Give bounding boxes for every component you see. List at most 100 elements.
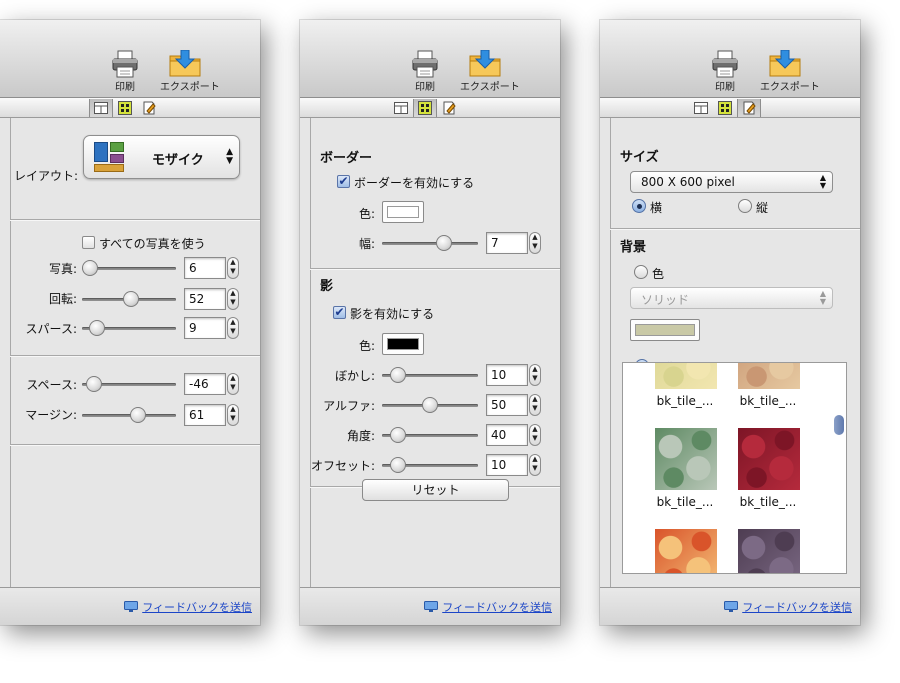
border-enable-checkbox[interactable]: ✔: [337, 175, 350, 188]
space-field[interactable]: -46: [184, 373, 226, 395]
size-value: 800 X 600 pixel: [641, 175, 735, 189]
slider-knob[interactable]: [82, 260, 98, 276]
rotation-stepper[interactable]: ▲ ▼: [227, 288, 239, 310]
tab-layout[interactable]: [689, 99, 713, 117]
thumbnail[interactable]: [655, 428, 717, 490]
shadow-color-well[interactable]: [382, 333, 424, 355]
margin-stepper[interactable]: ▲ ▼: [227, 404, 239, 426]
bg-style-value: ソリッド: [641, 293, 690, 307]
use-all-photos-checkbox[interactable]: [82, 236, 95, 249]
border-color-well[interactable]: [382, 201, 424, 223]
tab-style[interactable]: [413, 99, 437, 117]
thumbnail[interactable]: [655, 529, 717, 573]
shadow-enable-checkbox[interactable]: ✔: [333, 306, 346, 319]
tab-layout[interactable]: [89, 99, 113, 117]
blur-field[interactable]: 10: [486, 364, 528, 386]
space-slider[interactable]: [82, 376, 176, 392]
angle-stepper[interactable]: ▲ ▼: [529, 424, 541, 446]
alpha-slider[interactable]: [382, 397, 478, 413]
export-button[interactable]: エクスポート: [160, 50, 220, 93]
margin-field[interactable]: 61: [184, 404, 226, 426]
blur-slider[interactable]: [382, 367, 478, 383]
tab-style[interactable]: [713, 99, 737, 117]
style-tab-icon: [118, 101, 132, 115]
slider-knob[interactable]: [390, 457, 406, 473]
photos-stepper[interactable]: ▲ ▼: [227, 257, 239, 279]
feedback-icon: [424, 601, 439, 612]
space-label: スペース:: [26, 378, 77, 392]
offset-label: オフセット:: [310, 459, 375, 473]
separator: [10, 444, 260, 445]
slider-knob[interactable]: [89, 320, 106, 336]
alpha-stepper[interactable]: ▲ ▼: [529, 394, 541, 416]
bg-color-well[interactable]: [630, 319, 700, 341]
feedback-label[interactable]: フィードバックを送信: [142, 599, 252, 615]
bottom-bar: フィードバックを送信: [0, 587, 260, 625]
shadow-color-label: 色:: [358, 339, 375, 353]
bg-color-label: 色: [652, 267, 665, 281]
export-button[interactable]: エクスポート: [760, 50, 820, 93]
shadow-enable-label: 影を有効にする: [350, 307, 435, 321]
thumbnail[interactable]: [738, 529, 800, 573]
slider-knob[interactable]: [129, 407, 146, 423]
reset-button[interactable]: リセット: [362, 479, 509, 501]
popup-arrows-icon: ▲ ▼: [226, 147, 233, 166]
tab-page[interactable]: [137, 99, 161, 117]
alpha-field[interactable]: 50: [486, 394, 528, 416]
sparse-slider[interactable]: [82, 320, 176, 336]
border-width-stepper[interactable]: ▲ ▼: [529, 232, 541, 254]
margin-slider[interactable]: [82, 407, 176, 423]
rotation-slider[interactable]: [82, 291, 176, 307]
tab-layout[interactable]: [389, 99, 413, 117]
print-button[interactable]: 印刷: [412, 50, 438, 93]
export-folder-icon: [469, 50, 501, 77]
feedback-label[interactable]: フィードバックを送信: [742, 599, 852, 615]
feedback-link[interactable]: フィードバックを送信: [724, 599, 852, 615]
slider-knob[interactable]: [422, 397, 438, 413]
slider-knob[interactable]: [85, 376, 102, 392]
offset-field[interactable]: 10: [486, 454, 528, 476]
slider-knob[interactable]: [436, 235, 453, 251]
background-image-gallery: bk_tile_... bk_tile_... bk_tile_... bk_t…: [622, 362, 847, 574]
printer-icon: [112, 50, 138, 78]
feedback-link[interactable]: フィードバックを送信: [424, 599, 552, 615]
export-label: エクスポート: [160, 82, 220, 93]
print-button[interactable]: 印刷: [112, 50, 138, 93]
layout-popup[interactable]: モザイク ▲ ▼: [83, 135, 240, 179]
angle-field[interactable]: 40: [486, 424, 528, 446]
separator: [10, 219, 260, 220]
thumbnail[interactable]: [655, 363, 717, 389]
bg-color-radio[interactable]: [634, 265, 648, 279]
tab-page[interactable]: [437, 99, 461, 117]
angle-slider[interactable]: [382, 427, 478, 443]
slider-knob[interactable]: [122, 291, 139, 307]
size-popup[interactable]: 800 X 600 pixel ▲ ▼: [630, 171, 833, 193]
offset-slider[interactable]: [382, 457, 478, 473]
offset-stepper[interactable]: ▲ ▼: [529, 454, 541, 476]
feedback-link[interactable]: フィードバックを送信: [124, 599, 252, 615]
space-stepper[interactable]: ▲ ▼: [227, 373, 239, 395]
rotation-field[interactable]: 52: [184, 288, 226, 310]
border-width-slider[interactable]: [382, 235, 478, 251]
slider-knob[interactable]: [390, 427, 406, 443]
blur-stepper[interactable]: ▲ ▼: [529, 364, 541, 386]
sparse-field[interactable]: 9: [184, 317, 226, 339]
feedback-label[interactable]: フィードバックを送信: [442, 599, 552, 615]
gallery-scrollbar[interactable]: [834, 415, 844, 435]
slider-knob[interactable]: [390, 367, 406, 383]
bg-style-popup[interactable]: ソリッド ▲ ▼: [630, 287, 833, 309]
tab-page[interactable]: [737, 99, 761, 117]
print-button[interactable]: 印刷: [712, 50, 738, 93]
sparse-stepper[interactable]: ▲ ▼: [227, 317, 239, 339]
landscape-radio[interactable]: [632, 199, 646, 213]
photos-slider[interactable]: [82, 260, 176, 276]
tab-style[interactable]: [113, 99, 137, 117]
separator: [610, 228, 860, 229]
portrait-radio[interactable]: [738, 199, 752, 213]
export-button[interactable]: エクスポート: [460, 50, 520, 93]
thumbnail[interactable]: [738, 428, 800, 490]
photos-field[interactable]: 6: [184, 257, 226, 279]
border-width-field[interactable]: 7: [486, 232, 528, 254]
layout-tab-icon: [694, 102, 708, 114]
thumbnail[interactable]: [738, 363, 800, 389]
